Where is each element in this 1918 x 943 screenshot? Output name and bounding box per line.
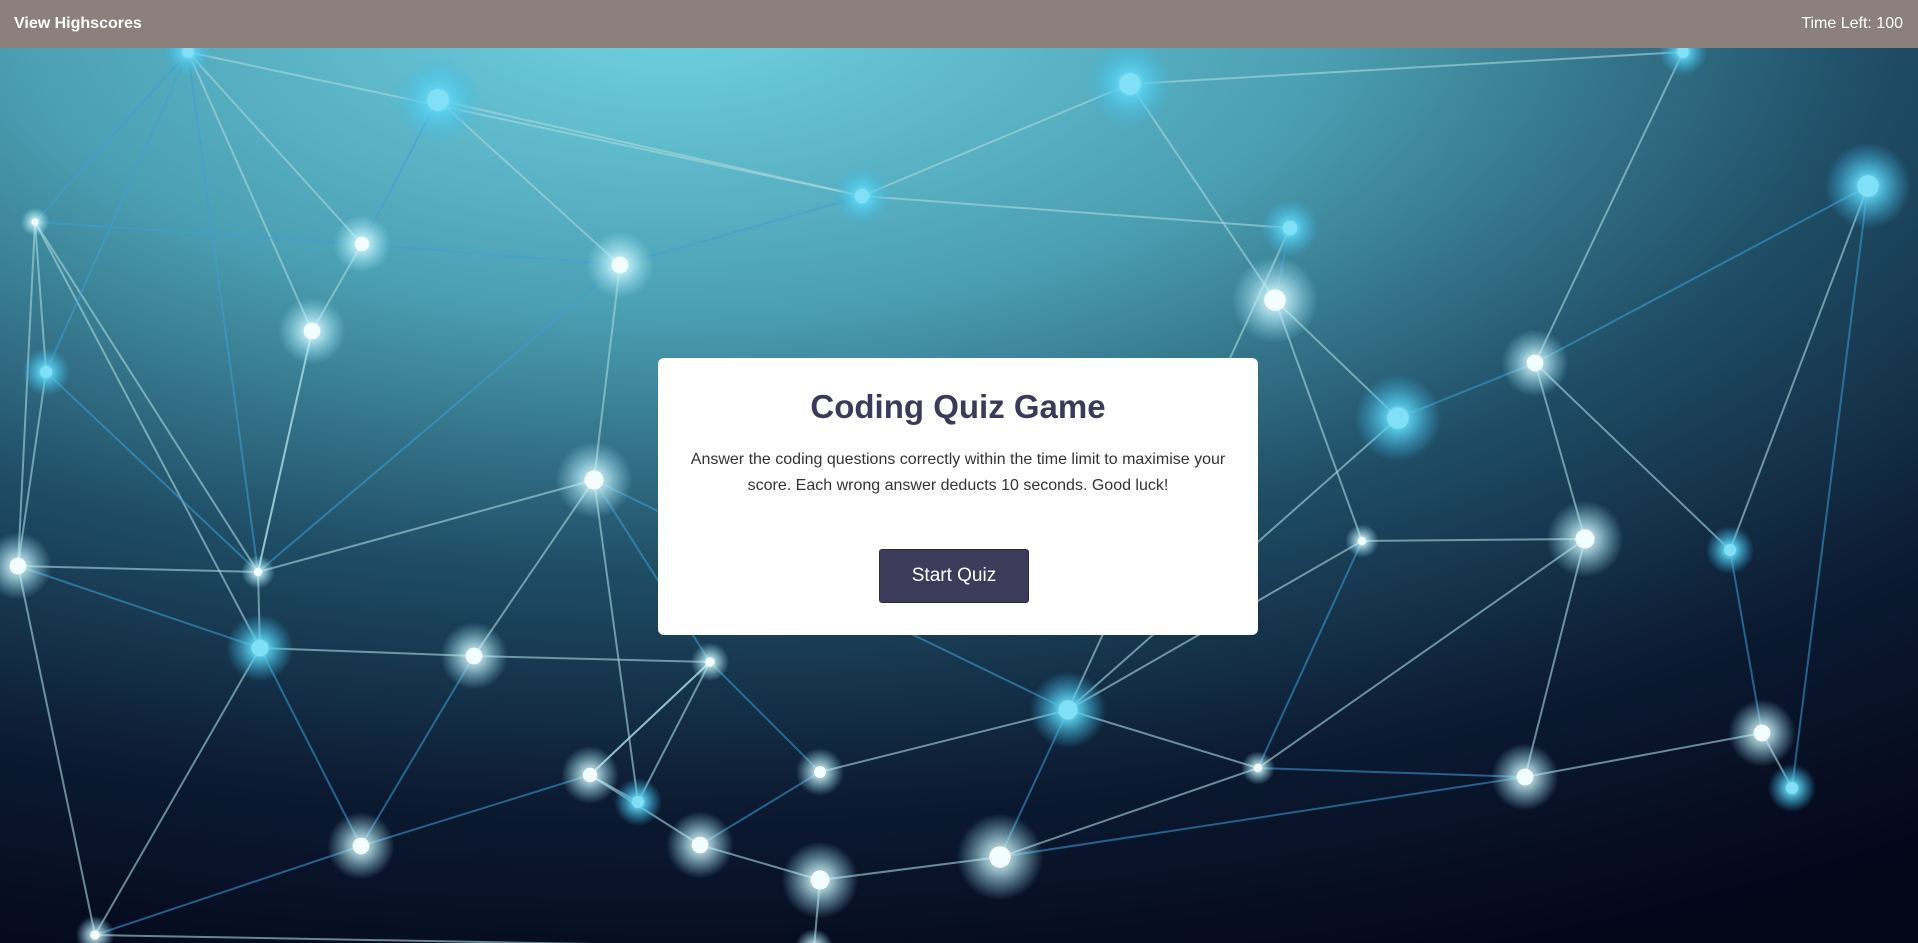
network-node — [303, 322, 321, 340]
network-node — [354, 236, 370, 252]
start-quiz-button[interactable]: Start Quiz — [879, 549, 1029, 603]
top-bar: View Highscores Time Left: 100 — [0, 0, 1918, 48]
network-node — [632, 796, 644, 808]
network-node — [1516, 768, 1534, 786]
network-node — [40, 366, 52, 378]
network-node — [691, 836, 709, 854]
quiz-intro-card: Coding Quiz Game Answer the coding quest… — [658, 358, 1258, 635]
network-node — [1387, 407, 1409, 429]
network-node — [1575, 529, 1595, 549]
network-node — [1119, 73, 1141, 95]
network-node — [1357, 536, 1367, 546]
quiz-title: Coding Quiz Game — [810, 388, 1106, 425]
network-node — [810, 870, 830, 890]
time-left-display: Time Left: 100 — [1801, 15, 1903, 32]
network-node — [1753, 724, 1771, 742]
network-node — [1526, 354, 1544, 372]
network-node — [1253, 763, 1263, 773]
network-node — [253, 567, 263, 577]
network-node — [90, 930, 100, 940]
network-node — [814, 766, 826, 778]
network-node — [427, 89, 449, 111]
network-node — [9, 557, 27, 575]
network-node — [251, 639, 269, 657]
network-node — [1264, 289, 1286, 311]
view-highscores-link[interactable]: View Highscores — [14, 15, 142, 33]
network-node — [1058, 700, 1078, 720]
network-node — [31, 218, 39, 226]
network-node — [1282, 220, 1298, 236]
network-node — [1724, 544, 1736, 556]
network-node — [705, 657, 715, 667]
quiz-description: Answer the coding questions correctly wi… — [690, 451, 1226, 494]
network-node — [611, 256, 629, 274]
network-node — [352, 837, 370, 855]
network-node — [854, 188, 870, 204]
page: View Highscores Time Left: 100 Coding Qu… — [0, 0, 1918, 943]
network-node — [584, 470, 604, 490]
network-node — [1786, 782, 1798, 794]
network-node — [582, 767, 598, 783]
network-node — [465, 647, 483, 665]
network-node — [1857, 175, 1879, 197]
network-node — [989, 846, 1011, 868]
